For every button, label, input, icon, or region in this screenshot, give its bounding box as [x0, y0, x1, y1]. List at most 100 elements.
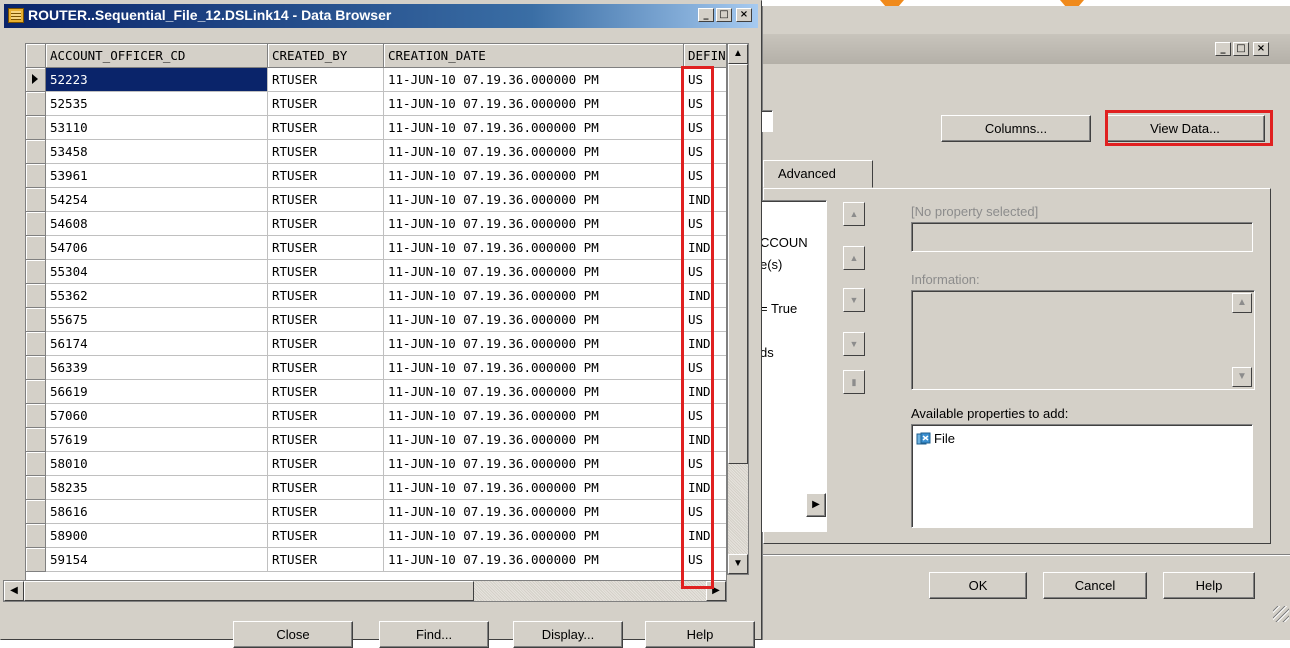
- move-down-button[interactable]: ▼: [843, 288, 865, 312]
- data-grid[interactable]: ACCOUNT_OFFICER_CD CREATED_BY CREATION_D…: [25, 43, 727, 589]
- tree-scroll-right-button[interactable]: ▶: [806, 493, 826, 517]
- tree-item[interactable]: = True: [760, 301, 797, 316]
- table-row[interactable]: 54254 RTUSER 11-JUN-10 07.19.36.000000 PM I…: [26, 188, 726, 212]
- table-cell[interactable]: RTUSER: [268, 188, 384, 212]
- column-header[interactable]: CREATION_DATE: [384, 44, 684, 68]
- info-scroll-down[interactable]: ▼: [1232, 367, 1252, 387]
- table-cell[interactable]: RTUSER: [268, 260, 384, 284]
- table-cell[interactable]: 52535: [46, 92, 268, 116]
- table-cell[interactable]: 11-JUN-10 07.19.36.000000 PM: [384, 212, 684, 236]
- table-row[interactable]: 53110 RTUSER 11-JUN-10 07.19.36.000000 PM U…: [26, 116, 726, 140]
- table-cell[interactable]: US: [684, 308, 726, 332]
- vertical-scrollbar[interactable]: ▲ ▼: [727, 43, 749, 575]
- row-selector[interactable]: [26, 380, 46, 404]
- table-cell[interactable]: RTUSER: [268, 380, 384, 404]
- row-selector[interactable]: [26, 164, 46, 188]
- table-cell[interactable]: 11-JUN-10 07.19.36.000000 PM: [384, 164, 684, 188]
- property-tree[interactable]: CCOUN e(s) = True ds ▶: [759, 200, 827, 532]
- table-cell[interactable]: RTUSER: [268, 500, 384, 524]
- table-row[interactable]: 58900 RTUSER 11-JUN-10 07.19.36.000000 PM I…: [26, 524, 726, 548]
- table-cell[interactable]: US: [684, 116, 726, 140]
- column-header[interactable]: CREATED_BY: [268, 44, 384, 68]
- table-cell[interactable]: 54706: [46, 236, 268, 260]
- table-cell[interactable]: 54254: [46, 188, 268, 212]
- table-cell[interactable]: 53458: [46, 140, 268, 164]
- property-value-field[interactable]: [911, 222, 1253, 252]
- table-cell[interactable]: 59154: [46, 548, 268, 572]
- table-cell[interactable]: 57619: [46, 428, 268, 452]
- ok-button[interactable]: OK: [929, 572, 1027, 599]
- table-cell[interactable]: RTUSER: [268, 140, 384, 164]
- table-cell[interactable]: 11-JUN-10 07.19.36.000000 PM: [384, 116, 684, 140]
- help-button[interactable]: Help: [1163, 572, 1255, 599]
- table-cell[interactable]: RTUSER: [268, 332, 384, 356]
- table-cell[interactable]: RTUSER: [268, 404, 384, 428]
- display-button[interactable]: Display...: [513, 621, 623, 648]
- scroll-right-button[interactable]: ▶: [706, 581, 726, 601]
- table-cell[interactable]: 11-JUN-10 07.19.36.000000 PM: [384, 356, 684, 380]
- data-browser-titlebar[interactable]: ROUTER..Sequential_File_12.DSLink14 - Da…: [4, 4, 758, 28]
- table-cell[interactable]: IND: [684, 524, 726, 548]
- move-up-button[interactable]: ▲: [843, 246, 865, 270]
- table-cell[interactable]: IND: [684, 332, 726, 356]
- table-row[interactable]: 56174 RTUSER 11-JUN-10 07.19.36.000000 PM I…: [26, 332, 726, 356]
- table-cell[interactable]: IND: [684, 188, 726, 212]
- table-cell[interactable]: RTUSER: [268, 524, 384, 548]
- row-selector[interactable]: [26, 188, 46, 212]
- table-row[interactable]: 58235 RTUSER 11-JUN-10 07.19.36.000000 PM I…: [26, 476, 726, 500]
- table-cell[interactable]: 11-JUN-10 07.19.36.000000 PM: [384, 476, 684, 500]
- table-cell[interactable]: RTUSER: [268, 164, 384, 188]
- table-row[interactable]: 54706 RTUSER 11-JUN-10 07.19.36.000000 PM I…: [26, 236, 726, 260]
- view-data-button[interactable]: View Data...: [1105, 115, 1265, 142]
- tab-advanced[interactable]: Advanced: [763, 160, 873, 188]
- table-cell[interactable]: RTUSER: [268, 428, 384, 452]
- table-cell[interactable]: 58010: [46, 452, 268, 476]
- horizontal-scroll-thumb[interactable]: [24, 581, 474, 601]
- row-selector[interactable]: [26, 548, 46, 572]
- row-selector[interactable]: [26, 332, 46, 356]
- table-cell[interactable]: 55362: [46, 284, 268, 308]
- close-window-button[interactable]: ×: [1253, 42, 1269, 56]
- table-cell[interactable]: US: [684, 500, 726, 524]
- find-button[interactable]: Find...: [379, 621, 489, 648]
- table-cell[interactable]: RTUSER: [268, 92, 384, 116]
- row-selector[interactable]: [26, 140, 46, 164]
- table-row[interactable]: 57619 RTUSER 11-JUN-10 07.19.36.000000 PM I…: [26, 428, 726, 452]
- table-cell[interactable]: 56339: [46, 356, 268, 380]
- table-cell[interactable]: US: [684, 404, 726, 428]
- table-cell[interactable]: US: [684, 140, 726, 164]
- row-selector[interactable]: [26, 524, 46, 548]
- table-cell[interactable]: RTUSER: [268, 116, 384, 140]
- table-cell[interactable]: 11-JUN-10 07.19.36.000000 PM: [384, 428, 684, 452]
- table-cell[interactable]: 11-JUN-10 07.19.36.000000 PM: [384, 140, 684, 164]
- table-row[interactable]: 53961 RTUSER 11-JUN-10 07.19.36.000000 PM U…: [26, 164, 726, 188]
- scroll-up-button[interactable]: ▲: [728, 44, 748, 64]
- row-selector[interactable]: [26, 260, 46, 284]
- table-cell[interactable]: 11-JUN-10 07.19.36.000000 PM: [384, 500, 684, 524]
- table-cell[interactable]: US: [684, 164, 726, 188]
- available-properties-list[interactable]: File: [911, 424, 1253, 528]
- table-cell[interactable]: 55675: [46, 308, 268, 332]
- table-cell[interactable]: US: [684, 452, 726, 476]
- table-cell[interactable]: 11-JUN-10 07.19.36.000000 PM: [384, 188, 684, 212]
- table-cell[interactable]: 11-JUN-10 07.19.36.000000 PM: [384, 260, 684, 284]
- table-row[interactable]: 58616 RTUSER 11-JUN-10 07.19.36.000000 PM U…: [26, 500, 726, 524]
- row-selector[interactable]: [26, 404, 46, 428]
- table-cell[interactable]: 58235: [46, 476, 268, 500]
- table-row[interactable]: 56339 RTUSER 11-JUN-10 07.19.36.000000 PM U…: [26, 356, 726, 380]
- row-selector[interactable]: [26, 500, 46, 524]
- table-cell[interactable]: 11-JUN-10 07.19.36.000000 PM: [384, 452, 684, 476]
- table-cell[interactable]: 11-JUN-10 07.19.36.000000 PM: [384, 404, 684, 428]
- row-selector[interactable]: [26, 452, 46, 476]
- scroll-left-button[interactable]: ◀: [4, 581, 24, 601]
- table-cell[interactable]: 57060: [46, 404, 268, 428]
- table-row[interactable]: 54608 RTUSER 11-JUN-10 07.19.36.000000 PM U…: [26, 212, 726, 236]
- table-row[interactable]: 58010 RTUSER 11-JUN-10 07.19.36.000000 PM U…: [26, 452, 726, 476]
- maximize-button[interactable]: □: [716, 8, 732, 22]
- table-cell[interactable]: 54608: [46, 212, 268, 236]
- table-cell[interactable]: 11-JUN-10 07.19.36.000000 PM: [384, 92, 684, 116]
- tree-item[interactable]: CCOUN: [760, 235, 808, 250]
- columns-button[interactable]: Columns...: [941, 115, 1091, 142]
- table-row[interactable]: 52535 RTUSER 11-JUN-10 07.19.36.000000 PM U…: [26, 92, 726, 116]
- table-cell[interactable]: RTUSER: [268, 476, 384, 500]
